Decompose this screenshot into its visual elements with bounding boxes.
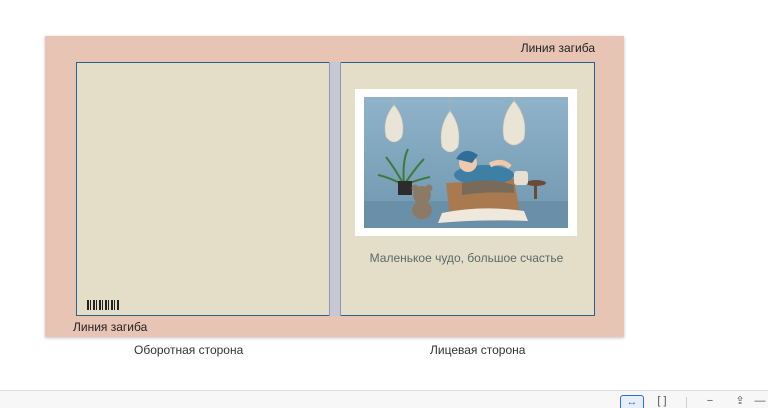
more-icon[interactable]: — bbox=[752, 395, 768, 408]
newborn-photo-image bbox=[364, 97, 568, 228]
fit-width-icon[interactable]: ↔ bbox=[620, 395, 644, 408]
photobook-cover-spread[interactable]: Линия загиба Маленькое чудо, большое сча… bbox=[45, 36, 624, 337]
barcode-icon bbox=[87, 300, 119, 310]
cover-trim-area[interactable]: Маленькое чудо, большое счастье bbox=[76, 62, 595, 316]
fold-line-label-top: Линия загиба bbox=[520, 41, 595, 55]
upload-icon[interactable]: ⇪ bbox=[728, 395, 752, 408]
back-side-label: Оборотная сторона bbox=[134, 343, 244, 357]
front-side-label: Лицевая сторона bbox=[430, 343, 526, 357]
fullscreen-icon[interactable]: [ ] bbox=[650, 395, 674, 408]
cover-photo[interactable] bbox=[364, 97, 568, 228]
zoom-out-icon[interactable]: − bbox=[698, 395, 722, 408]
editor-canvas: Линия загиба Маленькое чудо, большое сча… bbox=[0, 0, 768, 390]
photo-frame[interactable] bbox=[355, 89, 577, 236]
toolbar-divider bbox=[686, 397, 687, 408]
cover-caption[interactable]: Маленькое чудо, большое счастье bbox=[339, 251, 594, 265]
bottom-toolbar: ↔ [ ] − ⇪ — bbox=[0, 390, 768, 408]
fold-line-label-bottom: Линия загиба bbox=[73, 320, 148, 334]
spine bbox=[329, 62, 341, 316]
